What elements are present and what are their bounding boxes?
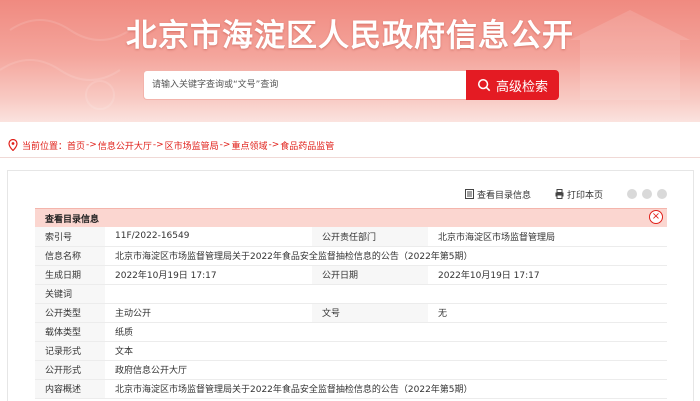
breadcrumb-disclosure-hall[interactable]: 信息公开大厅 xyxy=(98,139,152,152)
field-label: 信息名称 xyxy=(35,246,105,266)
breadcrumb-food-drug[interactable]: 食品药品监管 xyxy=(280,139,334,152)
table-row: 内容概述 北京市海淀区市场监督管理局关于2022年食品安全监督抽检信息的公告（2… xyxy=(35,379,667,399)
table-row: 生成日期 2022年10月19日 17:17 公开日期 2022年10月19日 … xyxy=(35,265,667,285)
breadcrumb-separator: -> xyxy=(152,140,164,150)
catalog-info-title: 查看目录信息 xyxy=(45,214,100,225)
table-row: 载体类型 纸质 xyxy=(35,322,667,342)
field-label: 载体类型 xyxy=(35,322,105,342)
field-value: 文本 xyxy=(105,341,667,361)
breadcrumb-separator: -> xyxy=(219,140,231,150)
site-banner: 北京市海淀区人民政府信息公开 xyxy=(0,0,700,122)
table-row: 公开类型 主动公开 文号 无 xyxy=(35,303,667,323)
field-label: 记录形式 xyxy=(35,341,105,361)
field-label: 关键词 xyxy=(35,284,105,304)
breadcrumb-separator: -> xyxy=(268,140,280,150)
field-label: 索引号 xyxy=(35,227,105,247)
field-label: 生成日期 xyxy=(35,265,105,285)
view-catalog-label: 查看目录信息 xyxy=(477,190,532,201)
print-icon xyxy=(555,189,564,199)
search-box xyxy=(143,70,466,100)
location-pin-icon xyxy=(8,139,18,151)
field-value: 纸质 xyxy=(105,322,667,342)
share-icon[interactable] xyxy=(657,189,667,199)
field-value xyxy=(105,284,667,304)
field-label: 公开日期 xyxy=(312,265,428,285)
field-value: 北京市海淀区市场监督管理局 xyxy=(428,227,667,247)
field-label: 公开责任部门 xyxy=(312,227,428,247)
catalog-info-header: 查看目录信息 xyxy=(35,208,667,227)
field-value: 2022年10月19日 17:17 xyxy=(105,265,312,285)
advanced-search-label: 高级检索 xyxy=(495,79,548,95)
breadcrumb-separator: -> xyxy=(86,140,97,150)
field-value: 政府信息公开大厅 xyxy=(105,360,667,380)
site-title: 北京市海淀区人民政府信息公开 xyxy=(126,18,574,54)
field-value: 2022年10月19日 17:17 xyxy=(428,265,667,285)
catalog-info-table: 索引号 11F/2022-16549 公开责任部门 北京市海淀区市场监督管理局 … xyxy=(35,227,667,399)
field-label: 公开形式 xyxy=(35,360,105,380)
field-label: 公开类型 xyxy=(35,303,105,323)
share-icon[interactable] xyxy=(642,189,652,199)
field-label: 内容概述 xyxy=(35,379,105,399)
field-value: 11F/2022-16549 xyxy=(105,227,312,247)
view-catalog-link[interactable]: 查看目录信息 xyxy=(465,187,531,201)
print-link[interactable]: 打印本页 xyxy=(555,187,603,201)
breadcrumb-home[interactable]: 首页 xyxy=(67,139,85,152)
field-label: 文号 xyxy=(312,303,428,323)
share-icon[interactable] xyxy=(627,189,637,199)
table-row: 公开形式 政府信息公开大厅 xyxy=(35,360,667,380)
advanced-search-button[interactable]: 高级检索 xyxy=(466,70,559,100)
field-value: 北京市海淀区市场监督管理局关于2022年食品安全监督抽检信息的公告（2022年第… xyxy=(105,379,667,399)
close-icon[interactable]: × xyxy=(649,210,663,224)
table-row: 信息名称 北京市海淀区市场监督管理局关于2022年食品安全监督抽检信息的公告（2… xyxy=(35,246,667,266)
print-label: 打印本页 xyxy=(567,190,604,201)
divider xyxy=(0,157,700,158)
table-row: 关键词 xyxy=(35,284,667,304)
search-input[interactable] xyxy=(144,71,466,99)
catalog-icon xyxy=(465,189,474,199)
table-row: 记录形式 文本 xyxy=(35,341,667,361)
breadcrumb: 当前位置： 首页 -> 信息公开大厅 -> 区市场监管局 -> 重点领域 -> … xyxy=(8,138,334,152)
breadcrumb-key-areas[interactable]: 重点领域 xyxy=(231,139,267,152)
table-row: 索引号 11F/2022-16549 公开责任部门 北京市海淀区市场监督管理局 xyxy=(35,227,667,247)
field-value: 主动公开 xyxy=(105,303,312,323)
breadcrumb-market-bureau[interactable]: 区市场监管局 xyxy=(165,139,219,152)
field-value: 北京市海淀区市场监督管理局关于2022年食品安全监督抽检信息的公告（2022年第… xyxy=(105,246,667,266)
breadcrumb-prefix: 当前位置： xyxy=(22,141,68,152)
search-icon xyxy=(477,78,491,92)
field-value: 无 xyxy=(428,303,667,323)
